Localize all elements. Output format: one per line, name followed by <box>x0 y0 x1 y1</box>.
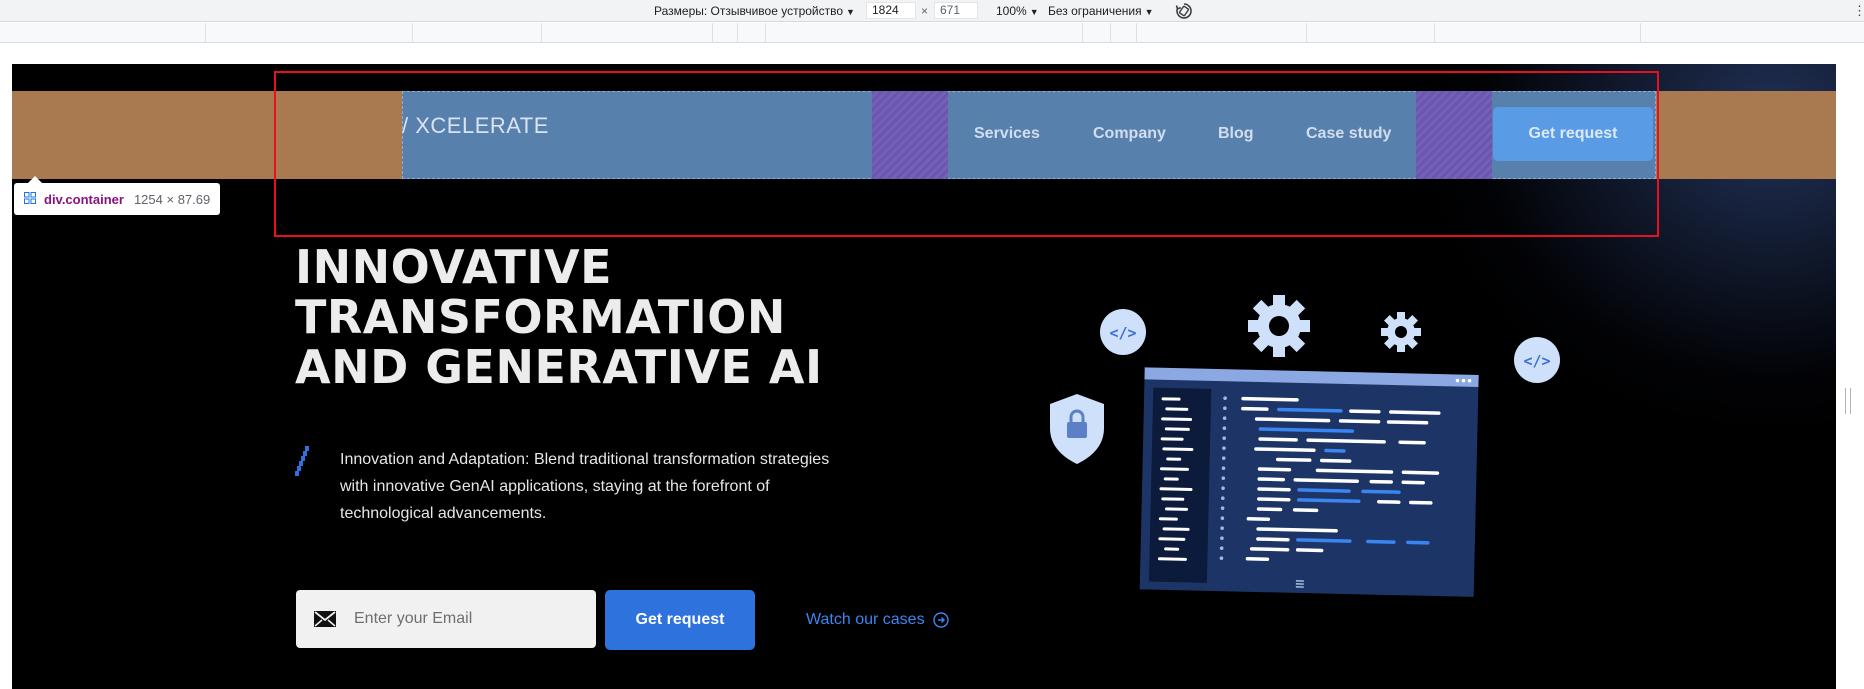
hero-description: Innovation and Adaptation: Blend traditi… <box>340 451 830 522</box>
hero-title-line: AND GENERATIVE AI <box>295 340 823 394</box>
more-vert-icon[interactable]: ⋮ <box>1853 3 1864 19</box>
times-sign: × <box>921 4 929 18</box>
width-input[interactable]: 1824 <box>866 2 916 19</box>
gear-icon <box>1248 295 1310 357</box>
ruler-tick <box>1136 23 1137 43</box>
ruler-tick <box>765 23 766 43</box>
zoom-value: 100% <box>996 4 1027 18</box>
svg-text:</>: </> <box>1109 324 1136 342</box>
hero-title: INNOVATIVE TRANSFORMATION AND GENERATIVE… <box>295 242 823 392</box>
caret-down-icon: ▼ <box>1029 7 1039 17</box>
resize-handle[interactable] <box>1845 388 1851 414</box>
inspector-tooltip: div.container 1254 × 87.69 <box>14 176 221 215</box>
shield-lock-icon <box>1050 394 1104 464</box>
hero-title-line: INNOVATIVE <box>295 240 613 294</box>
height-input[interactable]: 671 <box>934 2 978 19</box>
slash-accent-icon <box>295 446 311 476</box>
ruler-tick <box>1640 23 1641 43</box>
ruler-tick <box>412 23 413 43</box>
tooltip-element-name: div.container <box>44 191 124 207</box>
editor-window <box>1139 367 1479 597</box>
gear-icon <box>1381 312 1421 352</box>
email-input[interactable] <box>354 590 584 648</box>
hero-get-request-button[interactable]: Get request <box>605 590 755 650</box>
ruler-tick <box>1434 23 1435 43</box>
code-editor-illustration: </> </> <box>1050 295 1560 597</box>
website-viewport: / XCELERATE Services Company Blog Case s… <box>12 64 1836 689</box>
mail-icon <box>314 610 336 628</box>
ruler-tick <box>541 23 542 43</box>
hero-title-line: TRANSFORMATION <box>295 290 786 344</box>
code-tag-icon: </> <box>1514 337 1560 383</box>
svg-text:</>: </> <box>1523 352 1550 370</box>
code-tag-icon: </> <box>1100 309 1146 355</box>
tooltip-element-size: 1254 × 87.69 <box>133 191 211 207</box>
ruler-tick <box>712 23 713 43</box>
devtools-device-toolbar: Размеры: Отзывчивое устройство ▼ 1824 × 6… <box>0 0 1864 22</box>
dimensions-label: Размеры: Отзывчивое устройство <box>654 4 844 18</box>
ruler-tick <box>1110 23 1111 43</box>
email-field[interactable] <box>296 590 596 648</box>
watch-cases-label: Watch our cases <box>806 611 925 628</box>
ruler-tick <box>1082 23 1083 43</box>
arrow-circle-right-icon <box>932 612 949 628</box>
ruler-tick <box>205 23 206 43</box>
ruler-tick <box>737 23 738 43</box>
grid-icon <box>24 191 36 207</box>
rotate-icon[interactable] <box>1174 1 1194 21</box>
caret-down-icon: ▼ <box>1144 7 1154 17</box>
annotation-highlight-box <box>274 71 1659 237</box>
zoom-dropdown[interactable]: 100% ▼ <box>996 3 1039 20</box>
media-query-ruler <box>0 23 1864 43</box>
watch-cases-link[interactable]: Watch our cases <box>806 611 949 629</box>
throttle-dropdown[interactable]: Без ограничения ▼ <box>1048 3 1154 20</box>
ruler-tick <box>1306 23 1307 43</box>
throttle-value: Без ограничения <box>1048 4 1142 18</box>
caret-down-icon: ▼ <box>846 7 855 17</box>
dimensions-dropdown[interactable]: Размеры: Отзывчивое устройство ▼ <box>654 3 855 20</box>
